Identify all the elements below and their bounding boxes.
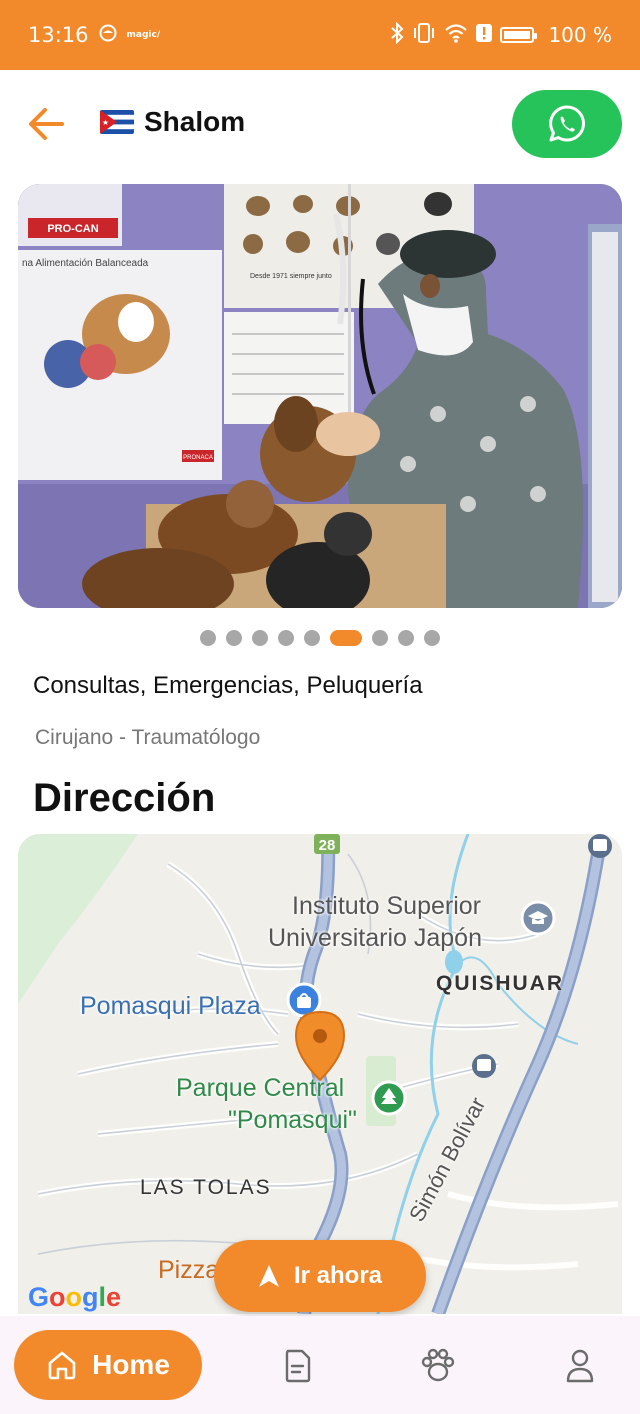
route-28-label: 28: [319, 837, 336, 854]
carousel-dot[interactable]: [424, 630, 440, 646]
page-title: Shalom: [144, 106, 246, 137]
whatsapp-button[interactable]: [512, 90, 622, 158]
status-right: 100 %: [390, 21, 612, 49]
photo-since: Desde 1971 siempre junto: [250, 273, 332, 280]
title-wrap: Shalom: [100, 106, 245, 138]
carousel-dot[interactable]: [252, 630, 268, 646]
app-notification-icon: [99, 23, 117, 47]
bus-stop-icon: [472, 1054, 496, 1078]
nav-profile-button[interactable]: [560, 1346, 600, 1386]
carousel-dot[interactable]: [304, 630, 320, 646]
carousel-dot[interactable]: [372, 630, 388, 646]
map-label-institute-1: Instituto Superior: [292, 892, 481, 920]
map-label-pizza: Pizza: [158, 1256, 220, 1284]
map-label-plaza: Pomasqui Plaza: [80, 992, 261, 1020]
go-now-label: Ir ahora: [293, 1262, 383, 1289]
bus-stop-icon: [588, 834, 612, 858]
battery-percent: 100 %: [548, 23, 612, 47]
header: Shalom: [0, 70, 640, 180]
alert-icon: [476, 23, 493, 48]
arrow-left-icon: [29, 108, 64, 140]
carousel-dot[interactable]: [226, 630, 242, 646]
carousel-dot[interactable]: [398, 630, 414, 646]
school-icon: [520, 900, 556, 936]
address-heading: Dirección: [33, 776, 216, 820]
map-label-institute-2: Universitario Japón: [268, 924, 482, 952]
carousel-dots: [0, 628, 640, 648]
nav-pets-button[interactable]: [418, 1346, 458, 1386]
paw-icon: [421, 1348, 455, 1382]
vet-photo: PRO-CAN na Alimentación Balanceada PRONA…: [18, 184, 622, 608]
cuba-flag-icon: [100, 110, 134, 134]
back-button[interactable]: [22, 100, 70, 148]
photo-logo: PRONACA: [183, 455, 213, 461]
photo-brand: PRO-CAN: [47, 223, 98, 235]
carousel-dot[interactable]: [200, 630, 216, 646]
park-icon: [371, 1080, 407, 1116]
bluetooth-icon: [390, 21, 404, 49]
status-time: 13:16: [28, 23, 89, 47]
battery-icon: [500, 27, 538, 43]
google-logo: Google: [28, 1282, 122, 1312]
map-label-las-tolas: LAS TOLAS: [140, 1176, 272, 1199]
status-bar: 13:16 magic/ 100 %: [0, 0, 640, 70]
home-icon: [48, 1351, 76, 1380]
map-label-quishuar: QUISHUAR: [436, 972, 565, 995]
profile-icon: [566, 1349, 594, 1383]
status-small-label: magic/: [126, 30, 161, 40]
whatsapp-icon: [549, 105, 585, 142]
map-label-park-2: "Pomasqui": [228, 1106, 357, 1134]
vibrate-icon: [412, 22, 436, 49]
nav-home-label: Home: [92, 1349, 170, 1380]
bottom-nav: Home: [0, 1316, 640, 1414]
photo-poster-title: na Alimentación Balanceada: [22, 258, 149, 269]
photo-carousel[interactable]: PRO-CAN na Alimentación Balanceada PRONA…: [18, 184, 622, 608]
specialty-text: Cirujano - Traumatólogo: [35, 726, 261, 749]
wifi-icon: [444, 22, 468, 49]
carousel-dot[interactable]: [330, 630, 362, 646]
nav-home-button[interactable]: Home: [14, 1330, 202, 1400]
navigation-arrow-icon: [258, 1265, 279, 1287]
nav-documents-button[interactable]: [278, 1346, 318, 1386]
status-left: 13:16 magic/: [28, 23, 160, 47]
carousel-dot[interactable]: [278, 630, 294, 646]
shopping-icon: [286, 982, 322, 1018]
document-icon: [285, 1349, 311, 1383]
go-now-button[interactable]: Ir ahora: [214, 1240, 426, 1312]
services-text: Consultas, Emergencias, Peluquería: [33, 672, 423, 699]
map-label-park-1: Parque Central: [176, 1074, 345, 1102]
battery-fill: [504, 31, 531, 39]
